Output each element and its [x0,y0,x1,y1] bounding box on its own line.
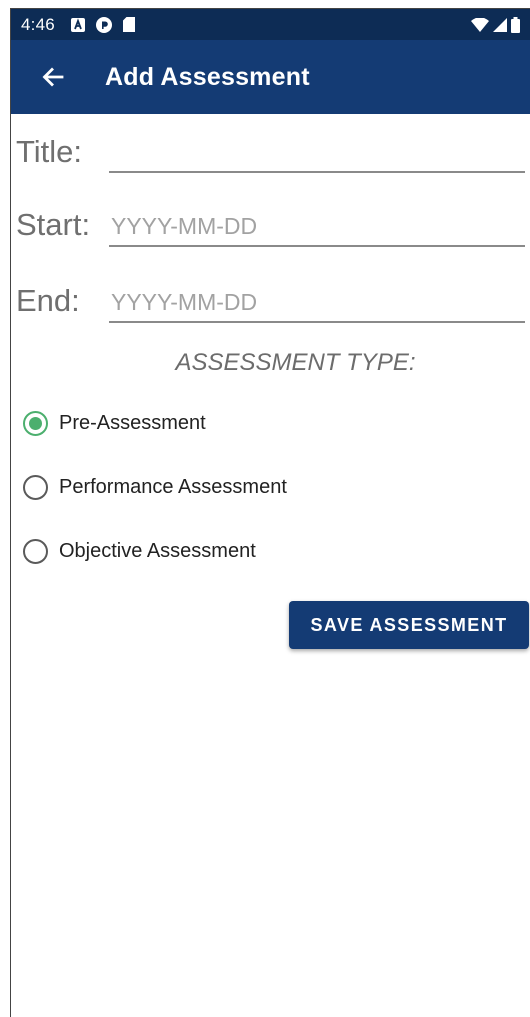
save-assessment-button[interactable]: SAVE ASSESSMENT [289,601,529,649]
end-row: End: [11,281,530,341]
radio-label: Performance Assessment [59,475,287,498]
radio-checked-icon[interactable] [23,410,48,436]
radio-unchecked-icon[interactable] [23,538,48,564]
app-screen: 4:46 Add Assessment Title: Start: YYYY-M… [10,8,530,1017]
title-field[interactable] [109,133,525,173]
sd-card-icon [122,17,135,32]
title-label: Title: [16,134,83,169]
status-time: 4:46 [21,14,55,34]
page-title: Add Assessment [105,62,310,91]
end-label: End: [16,283,80,318]
radio-unchecked-icon[interactable] [23,474,48,500]
radio-label: Pre-Assessment [59,411,206,434]
assessment-type-heading: ASSESSMENT TYPE: [175,349,416,376]
radio-performance-assessment[interactable]: Performance Assessment [23,469,287,505]
radio-label: Objective Assessment [59,539,256,562]
status-icons-left [70,16,135,33]
app-bar: Add Assessment [11,40,530,114]
title-row: Title: [11,131,530,191]
radio-pre-assessment[interactable]: Pre-Assessment [23,405,206,441]
status-icons-right [471,16,520,33]
start-row: Start: [11,205,530,265]
start-label: Start: [16,207,91,242]
back-button[interactable] [23,47,83,107]
battery-icon [511,16,520,33]
wifi-icon [471,17,489,32]
pocket-casts-icon [95,16,112,33]
status-bar: 4:46 [11,9,530,40]
arrow-left-icon [42,67,64,87]
radio-objective-assessment[interactable]: Objective Assessment [23,533,256,569]
signal-icon [493,17,507,32]
start-date-field[interactable] [109,207,525,247]
end-date-field[interactable] [109,283,525,323]
notification-a-icon [70,17,85,32]
